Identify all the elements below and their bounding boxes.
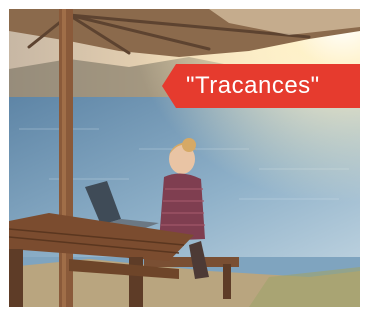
title-tag: "Tracances" bbox=[162, 64, 360, 108]
tag-label: "Tracances" bbox=[186, 72, 320, 99]
photo-frame bbox=[9, 9, 360, 307]
table-leg bbox=[129, 257, 143, 307]
lakeside-photo bbox=[9, 9, 360, 307]
